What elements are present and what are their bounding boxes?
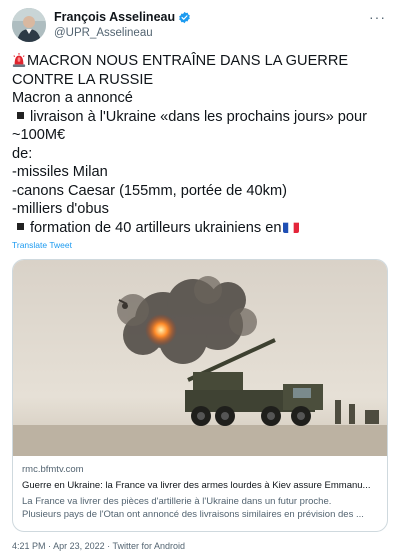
france-flag-emoji-icon bbox=[283, 221, 300, 233]
card-desc-line-2: Plusieurs pays de l'Otan ont annoncé des… bbox=[22, 509, 364, 520]
tweet-line-4: livraison à l'Ukraine «dans les prochain… bbox=[30, 108, 367, 125]
tweet-source[interactable]: Twitter for Android bbox=[112, 541, 185, 551]
avatar[interactable] bbox=[12, 8, 46, 42]
tweet-line-10: formation de 40 artilleurs ukrainiens en bbox=[30, 219, 282, 236]
tweet-headline-2: CONTRE LA RUSSIE bbox=[12, 71, 154, 88]
author-name[interactable]: François Asselineau bbox=[54, 10, 175, 25]
tweet-line-3: Macron a annoncé bbox=[12, 90, 133, 106]
card-body[interactable]: rmc.bfmtv.com Guerre en Ukraine: la Fran… bbox=[22, 463, 382, 521]
tweet-meta: 4:21 PM · Apr 23, 2022 · Twitter for And… bbox=[12, 541, 185, 551]
meta-separator: · bbox=[107, 541, 111, 551]
meta-separator: · bbox=[48, 541, 52, 551]
tweet-line-5: ~100M€ bbox=[12, 127, 66, 143]
tweet-line-9: -milliers d'obus bbox=[12, 201, 109, 217]
card-domain: rmc.bfmtv.com bbox=[22, 464, 84, 475]
more-dots-icon[interactable]: ··· bbox=[369, 10, 386, 24]
tweet-line-8: -canons Caesar (155mm, portée de 40km) bbox=[12, 182, 287, 199]
bullet-square-icon bbox=[17, 223, 24, 231]
tweet-date[interactable]: Apr 23, 2022 bbox=[53, 541, 105, 551]
card-title: Guerre en Ukraine: la France va livrer d… bbox=[22, 480, 371, 491]
bullet-square-icon bbox=[17, 112, 24, 120]
verified-badge-icon bbox=[179, 11, 190, 24]
translate-tweet-link[interactable]: Translate Tweet bbox=[12, 240, 72, 250]
card-desc-line-1: La France va livrer des pièces d'artille… bbox=[22, 496, 332, 507]
author-handle[interactable]: @UPR_Asselineau bbox=[54, 26, 191, 40]
tweet-header: François Asselineau @UPR_Asselineau ··· bbox=[12, 8, 388, 48]
tweet-line-7: -missiles Milan bbox=[12, 164, 108, 180]
caesar-howitzer-photo[interactable] bbox=[13, 260, 387, 456]
tweet-line-6: de: bbox=[12, 145, 33, 162]
tweet-text: MACRON NOUS ENTRAÎNE DANS LA GUERRE CONT… bbox=[12, 52, 390, 237]
tweet-time[interactable]: 4:21 PM bbox=[12, 541, 46, 551]
rotating-light-emoji-icon bbox=[12, 53, 26, 67]
tweet-headline-1: MACRON NOUS ENTRAÎNE DANS LA GUERRE bbox=[27, 53, 349, 69]
link-card[interactable]: rmc.bfmtv.com Guerre en Ukraine: la Fran… bbox=[12, 259, 388, 532]
card-description: La France va livrer des pièces d'artille… bbox=[22, 495, 382, 521]
